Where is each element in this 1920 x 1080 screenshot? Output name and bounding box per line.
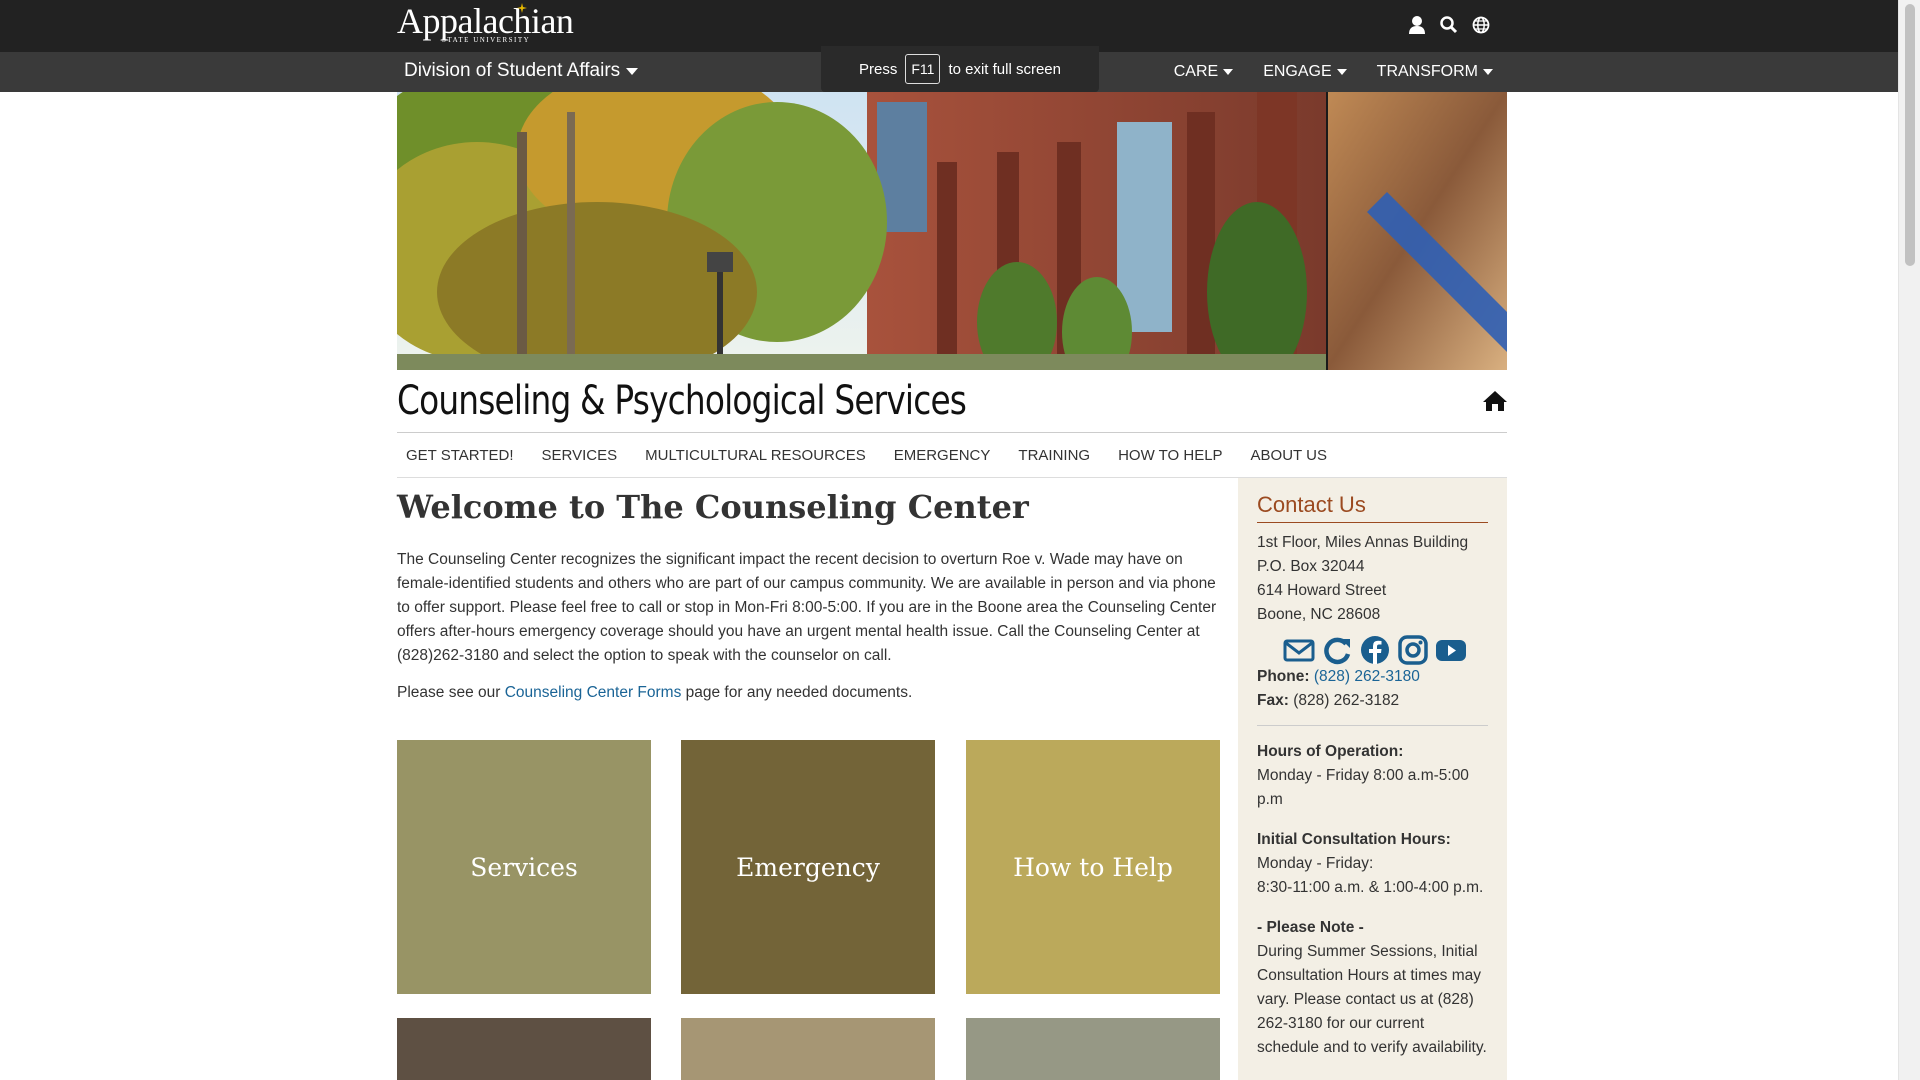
caret-down-icon <box>1223 69 1234 75</box>
note-text: During Summer Sessions, Initial Consulta… <box>1257 943 1487 1056</box>
nav-care[interactable]: CARE <box>1173 63 1234 81</box>
hero-image <box>397 92 1507 370</box>
tile-row2-3[interactable] <box>966 1018 1220 1080</box>
hours-label: Hours of Operation: <box>1257 743 1404 760</box>
section-nav-how-to-help[interactable]: HOW TO HELP <box>1118 447 1222 464</box>
fullscreen-key: F11 <box>905 54 941 84</box>
youtube-icon[interactable] <box>1435 635 1467 665</box>
site-title[interactable]: Counseling & Psychological Services <box>397 378 967 424</box>
refresh-icon[interactable] <box>1321 635 1353 665</box>
section-nav-emergency[interactable]: EMERGENCY <box>894 447 991 464</box>
forms-text-before: Please see our <box>397 684 505 701</box>
top-bar: Appalachian STATE UNIVERSITY <box>0 0 1898 52</box>
nav-transform-label: TRANSFORM <box>1376 63 1478 80</box>
note-label: - Please Note - <box>1257 919 1364 936</box>
forms-paragraph: Please see our Counseling Center Forms p… <box>397 684 912 702</box>
address-line: 1st Floor, Miles Annas Building <box>1257 534 1469 551</box>
address-line: 614 Howard Street <box>1257 582 1387 599</box>
fax-row: Fax: (828) 262-3182 <box>1257 689 1488 713</box>
sidebar-divider <box>1257 725 1488 726</box>
search-icon[interactable] <box>1439 14 1459 36</box>
section-nav-get-started[interactable]: GET STARTED! <box>406 447 514 464</box>
phone-row: Phone: (828) 262-3180 <box>1257 665 1488 689</box>
forms-text-after: page for any needed documents. <box>681 684 913 701</box>
utility-icons <box>1407 14 1491 36</box>
address-line: P.O. Box 32044 <box>1257 558 1365 575</box>
phone-label: Phone: <box>1257 668 1310 685</box>
contact-heading: Contact Us <box>1257 492 1488 523</box>
tile-row2-2[interactable] <box>681 1018 935 1080</box>
scrollbar-thumb[interactable] <box>1905 4 1915 266</box>
facebook-icon[interactable] <box>1359 635 1391 665</box>
page-heading: Welcome to The Counseling Center <box>397 488 1029 526</box>
logo-star-icon <box>517 3 527 13</box>
address-line: Boone, NC 28608 <box>1257 606 1381 623</box>
section-nav: GET STARTED! SERVICES MULTICULTURAL RESO… <box>397 433 1507 477</box>
emergency-tile[interactable]: Emergency <box>681 740 935 994</box>
fullscreen-notice: Press F11 to exit full screen <box>821 46 1099 92</box>
page-scrollbar[interactable] <box>1898 0 1920 1080</box>
caret-down-icon <box>626 67 639 75</box>
instagram-icon[interactable] <box>1397 635 1429 665</box>
division-nav: CARE ENGAGE TRANSFORM <box>1174 63 1493 81</box>
fullscreen-press-text: Press <box>859 60 898 78</box>
caret-down-icon <box>1483 69 1493 75</box>
phone-link[interactable]: (828) 262-3180 <box>1314 668 1420 685</box>
fax-label: Fax: <box>1257 692 1289 709</box>
hours-block: Hours of Operation: Monday - Friday 8:00… <box>1257 740 1488 812</box>
home-icon[interactable] <box>1482 389 1508 413</box>
hours-value: Monday - Friday 8:00 a.m-5:00 p.m <box>1257 767 1469 808</box>
how-to-help-tile[interactable]: How to Help <box>966 740 1220 994</box>
university-logo[interactable]: Appalachian <box>397 2 574 40</box>
nav-engage-label: ENGAGE <box>1263 63 1332 80</box>
caret-down-icon <box>1336 69 1347 75</box>
email-icon[interactable] <box>1283 635 1315 665</box>
section-nav-about-us[interactable]: ABOUT US <box>1251 447 1327 464</box>
university-logo-subtitle: STATE UNIVERSITY <box>442 36 531 44</box>
contact-sidebar: Contact Us 1st Floor, Miles Annas Buildi… <box>1238 478 1507 1080</box>
section-nav-services[interactable]: SERVICES <box>542 447 618 464</box>
social-links <box>1283 635 1488 665</box>
user-icon[interactable] <box>1407 14 1427 36</box>
initial-consult-times: 8:30-11:00 a.m. & 1:00-4:00 p.m. <box>1257 879 1484 896</box>
forms-link[interactable]: Counseling Center Forms <box>505 684 682 701</box>
section-nav-training[interactable]: TRAINING <box>1018 447 1090 464</box>
section-nav-multicultural[interactable]: MULTICULTURAL RESOURCES <box>645 447 866 464</box>
note-block: - Please Note - During Summer Sessions, … <box>1257 916 1488 1060</box>
division-title: Division of Student Affairs <box>404 60 621 81</box>
fullscreen-rest-text: to exit full screen <box>948 60 1061 78</box>
initial-consult-label: Initial Consultation Hours: <box>1257 831 1451 848</box>
initial-consult-days: Monday - Friday: <box>1257 855 1374 872</box>
nav-engage[interactable]: ENGAGE <box>1263 63 1347 81</box>
intro-paragraph: The Counseling Center recognizes the sig… <box>397 551 1217 664</box>
initial-consult-block: Initial Consultation Hours: Monday - Fri… <box>1257 828 1488 900</box>
tile-row2-1[interactable] <box>397 1018 651 1080</box>
services-tile[interactable]: Services <box>397 740 651 994</box>
address: 1st Floor, Miles Annas Building P.O. Box… <box>1257 531 1488 627</box>
nav-care-label: CARE <box>1173 63 1219 80</box>
fax-value: (828) 262-3182 <box>1293 692 1400 709</box>
division-menu[interactable]: Division of Student Affairs <box>404 60 639 82</box>
globe-icon[interactable] <box>1471 14 1491 36</box>
nav-transform[interactable]: TRANSFORM <box>1377 63 1493 81</box>
